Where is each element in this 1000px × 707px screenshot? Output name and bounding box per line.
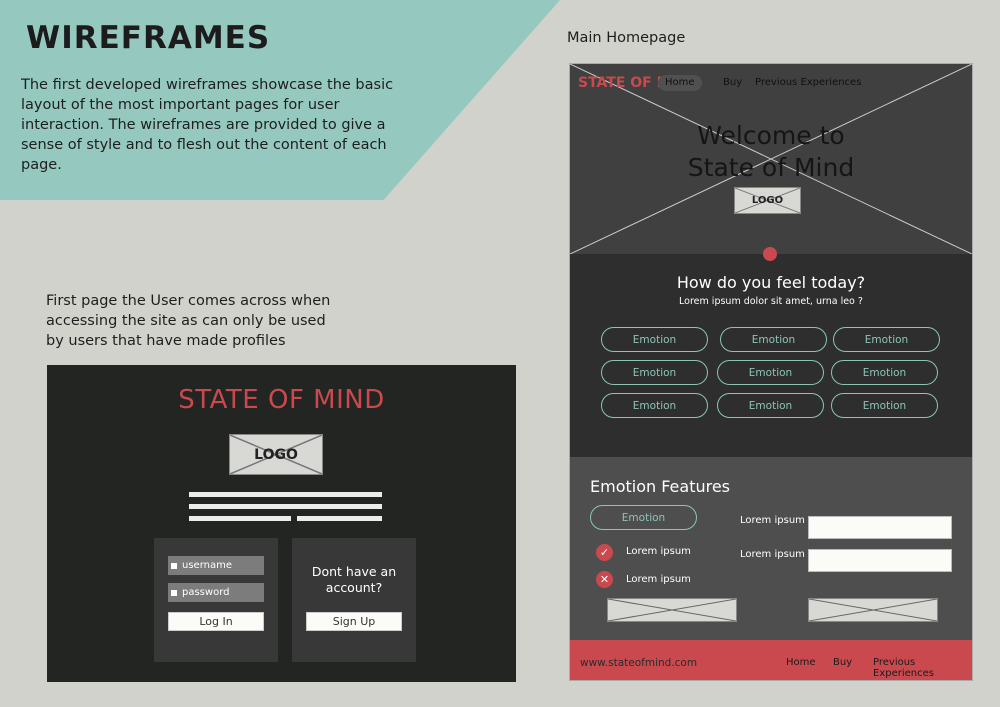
password-input[interactable]: password <box>168 583 264 602</box>
text-placeholder-line <box>189 516 291 521</box>
login-brand: STATE OF MIND <box>178 385 385 415</box>
feel-subtitle: Lorem ipsum dolor sit amet, urna leo ? <box>679 296 863 307</box>
login-button[interactable]: Log In <box>168 612 264 631</box>
login-description: First page the User comes across when ac… <box>46 293 331 349</box>
emotion-button[interactable]: Emotion <box>717 360 824 385</box>
intro-text: The first developed wireframes showcase … <box>21 77 394 173</box>
image-placeholder <box>808 598 938 622</box>
welcome-line-1: Welcome to <box>697 121 845 150</box>
page-title: WIREFRAMES <box>26 20 271 56</box>
homepage-wireframe: STATE OF MIND Home Buy Previous Experien… <box>569 63 973 681</box>
homepage-nav: Home Buy Previous Experiences <box>658 75 972 93</box>
emotion-button[interactable]: Emotion <box>831 360 938 385</box>
features-title: Emotion Features <box>590 477 731 496</box>
footer-link-buy[interactable]: Buy <box>833 657 852 668</box>
emotion-button[interactable]: Emotion <box>833 327 940 352</box>
emotion-features-section: Emotion Features Emotion ✓ Lorem ipsum ✕… <box>570 457 972 640</box>
feel-title: How do you feel today? <box>676 273 866 292</box>
feature-item: Lorem ipsum <box>626 574 691 585</box>
signup-button[interactable]: Sign Up <box>306 612 402 631</box>
emotion-button[interactable]: Emotion <box>720 327 827 352</box>
welcome-line-2: State of Mind <box>687 153 855 182</box>
footer-url[interactable]: www.stateofmind.com <box>580 657 697 669</box>
homepage-caption: Main Homepage <box>567 30 686 46</box>
carousel-dot[interactable] <box>763 247 777 261</box>
cross-icon: ✕ <box>596 571 613 588</box>
hero-section: STATE OF MIND Home Buy Previous Experien… <box>570 64 972 254</box>
logo-label: LOGO <box>254 446 298 463</box>
username-placeholder: username <box>182 560 232 571</box>
text-placeholder-line <box>189 504 382 509</box>
username-input[interactable]: username <box>168 556 264 575</box>
emotion-button[interactable]: Emotion <box>717 393 824 418</box>
emotion-button[interactable]: Emotion <box>601 327 708 352</box>
field-label: Lorem ipsum <box>740 515 805 526</box>
signup-panel: Dont have an account? Sign Up <box>292 538 416 662</box>
emotion-button[interactable]: Emotion <box>601 360 708 385</box>
password-placeholder: password <box>182 587 230 598</box>
feature-emotion-button[interactable]: Emotion <box>590 505 697 530</box>
nav-item-home[interactable]: Home <box>658 75 702 91</box>
field-label: Lorem ipsum <box>740 549 805 560</box>
homepage-footer: www.stateofmind.com Home Buy Previous Ex… <box>570 640 972 680</box>
feature-item: Lorem ipsum <box>626 546 691 557</box>
user-icon <box>171 562 177 569</box>
emotion-button[interactable]: Emotion <box>601 393 708 418</box>
logo-label: LOGO <box>751 195 784 206</box>
login-logo-placeholder: LOGO <box>229 434 323 475</box>
nav-item-buy[interactable]: Buy <box>723 75 742 91</box>
text-placeholder-line <box>297 516 382 521</box>
login-panel: username password Log In <box>154 538 278 662</box>
placeholder-cross-icon <box>608 599 736 621</box>
text-placeholder-line <box>189 492 382 497</box>
emotion-button[interactable]: Emotion <box>831 393 938 418</box>
feature-input-field[interactable] <box>808 549 952 572</box>
no-account-text: Dont have an account? <box>311 564 397 595</box>
feature-input-field[interactable] <box>808 516 952 539</box>
welcome-heading: Welcome to State of Mind <box>570 120 972 184</box>
footer-link-home[interactable]: Home <box>786 657 816 668</box>
homepage-logo-placeholder: LOGO <box>734 187 801 214</box>
placeholder-cross-icon <box>809 599 937 621</box>
image-placeholder <box>607 598 737 622</box>
check-icon: ✓ <box>596 544 613 561</box>
nav-item-previous-experiences[interactable]: Previous Experiences <box>755 75 861 91</box>
footer-link-previous-experiences[interactable]: Previous Experiences <box>873 657 972 679</box>
login-wireframe: STATE OF MIND LOGO username password Log… <box>47 365 516 682</box>
lock-icon <box>171 589 177 596</box>
